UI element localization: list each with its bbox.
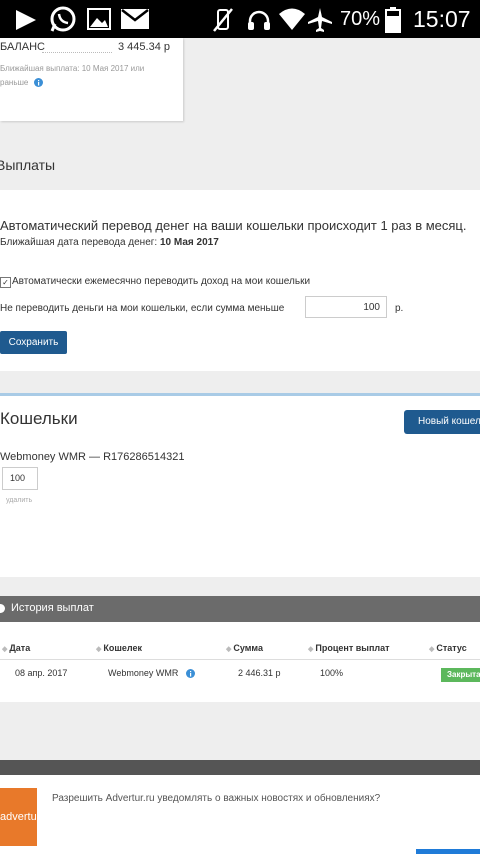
- balance-note: Ближайшая выплата: 10 Мая 2017 или раньш…: [0, 62, 150, 90]
- column-header-amount[interactable]: ◆ Сумма: [226, 643, 263, 653]
- airplane-mode-icon: [308, 8, 332, 32]
- headphones-icon: [248, 10, 270, 30]
- column-header-status[interactable]: ◆ Статус: [429, 643, 467, 653]
- threshold-input[interactable]: [305, 296, 387, 318]
- balance-label: БАЛАНС: [0, 41, 45, 53]
- history-title: История выплат: [11, 602, 94, 614]
- wallet-amount-input[interactable]: [2, 467, 38, 490]
- cell-wallet: Webmoney WMR: [108, 668, 195, 679]
- table-header-divider: [0, 659, 480, 660]
- threshold-label: Не переводить деньги на мои кошельки, ес…: [0, 303, 285, 314]
- column-header-wallet[interactable]: ◆ Кошелек: [96, 643, 142, 653]
- column-header-date[interactable]: ◆ Дата: [2, 643, 30, 653]
- threshold-unit: р.: [395, 303, 404, 314]
- advertur-logo: advertur: [0, 788, 37, 846]
- auto-transfer-checkbox-label: Автоматически ежемесячно переводить дохо…: [12, 276, 311, 287]
- wifi-icon: [279, 8, 305, 30]
- info-icon[interactable]: [185, 669, 195, 679]
- wallet-delete-link[interactable]: удалить: [6, 497, 32, 504]
- battery-icon: [385, 7, 401, 33]
- allow-button[interactable]: [416, 849, 480, 854]
- wallets-title: Кошельки: [0, 409, 78, 428]
- sort-icon: ◆: [429, 646, 435, 653]
- email-icon: [121, 9, 149, 29]
- battery-percent: 70%: [340, 8, 381, 30]
- sort-icon: ◆: [2, 646, 8, 653]
- new-wallet-button[interactable]: Новый кошелек: [404, 410, 480, 434]
- info-icon[interactable]: [33, 78, 43, 88]
- sort-icon: ◆: [96, 646, 102, 653]
- play-store-icon: [16, 10, 36, 30]
- balance-dots-divider: [42, 52, 112, 53]
- banner-top-strip: [0, 760, 480, 775]
- sort-icon: ◆: [226, 646, 232, 653]
- balance-note-text: Ближайшая выплата: 10 Мая 2017 или раньш…: [0, 64, 145, 87]
- payouts-title: Выплаты: [0, 157, 56, 173]
- cell-percent: 100%: [320, 668, 344, 678]
- auto-transfer-text: Автоматический перевод денег на ваши кош…: [0, 218, 467, 233]
- next-transfer-date: Ближайшая дата перевода денег: 10 Мая 20…: [0, 237, 219, 248]
- sort-icon: ◆: [308, 646, 314, 653]
- next-date-label: Ближайшая дата перевода денег:: [0, 237, 158, 248]
- cell-date: 08 апр. 2017: [15, 668, 68, 678]
- vibrate-off-icon: [213, 8, 233, 32]
- notification-banner: [0, 775, 480, 854]
- wallet-name: Webmoney WMR — R176286514321: [0, 451, 185, 463]
- balance-card: БАЛАНС 3 445.34 р Ближайшая выплата: 10 …: [0, 38, 183, 121]
- next-date-value: 10 Мая 2017: [159, 237, 219, 248]
- balance-value: 3 445.34 р: [118, 41, 170, 53]
- save-button[interactable]: Сохранить: [0, 331, 67, 354]
- column-header-percent[interactable]: ◆ Процент выплат: [308, 643, 390, 653]
- whatsapp-icon: [50, 6, 76, 32]
- banner-text: Разрешить Advertur.ru уведомлять о важны…: [52, 793, 381, 804]
- history-icon: [0, 604, 5, 613]
- cell-amount: 2 446.31 р: [238, 668, 281, 678]
- image-icon: [87, 8, 111, 30]
- clock: 15:07: [413, 6, 471, 32]
- status-bar: 70% 15:07: [0, 0, 480, 38]
- status-badge: Закрыта: [441, 668, 480, 682]
- history-header: История выплат: [0, 596, 480, 622]
- auto-transfer-checkbox[interactable]: ✓: [0, 277, 11, 288]
